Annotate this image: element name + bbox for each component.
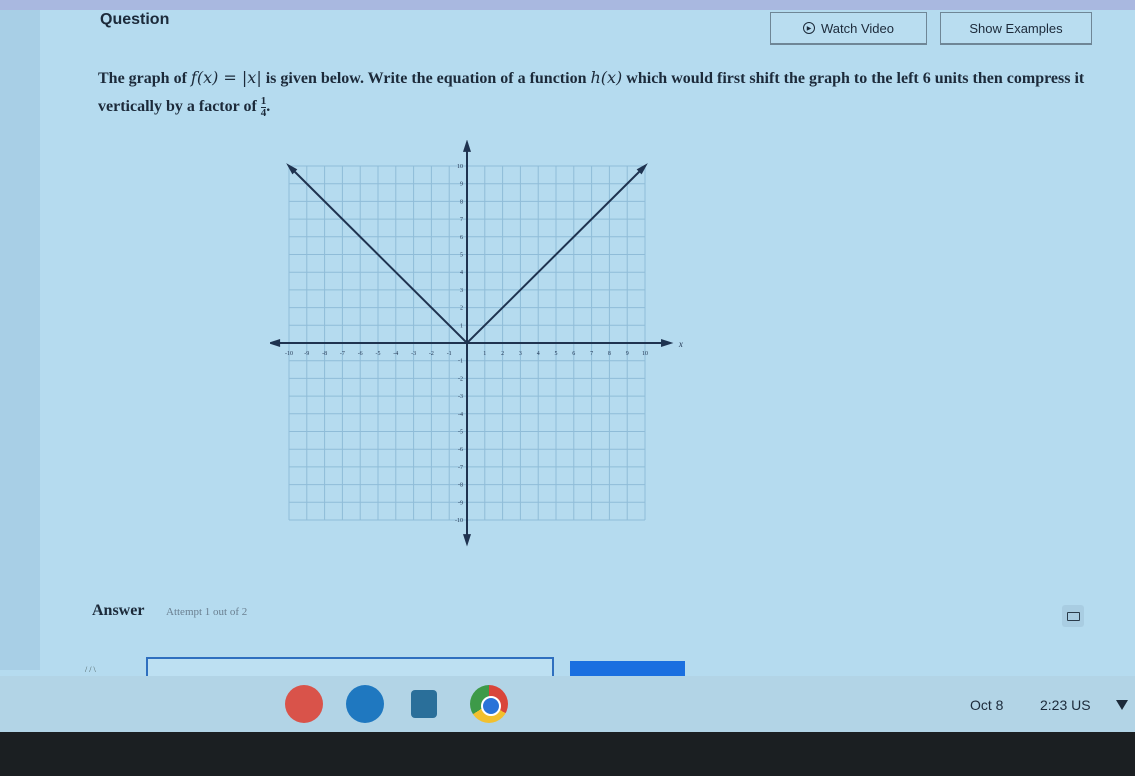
submit-button[interactable] bbox=[570, 661, 685, 677]
question-text: The graph of f(x) = |x| is given below. … bbox=[98, 64, 1098, 121]
y-tick-label: -9 bbox=[458, 500, 463, 506]
answer-label: Answer bbox=[92, 602, 145, 619]
y-tick-label: 2 bbox=[460, 306, 463, 312]
math-f: f(x) = |x| bbox=[190, 68, 262, 87]
x-axis-arrow bbox=[661, 339, 674, 347]
question-part: . bbox=[266, 98, 271, 115]
y-tick-label: 5 bbox=[460, 253, 463, 259]
browser-top-strip bbox=[0, 0, 1135, 10]
question-part: The graph of bbox=[98, 70, 191, 87]
left-sidebar bbox=[0, 10, 40, 670]
y-axis-arrow bbox=[463, 140, 471, 152]
x-tick-label: 6 bbox=[572, 351, 575, 357]
y-tick-label: 3 bbox=[460, 288, 463, 294]
x-tick-label: 1 bbox=[483, 351, 486, 357]
y-tick-label: -7 bbox=[458, 465, 463, 471]
screen-capture-app-icon[interactable] bbox=[346, 685, 384, 723]
clock: 2:23 bbox=[1040, 697, 1068, 713]
y-tick-label: 9 bbox=[460, 182, 463, 188]
y-tick-label: 7 bbox=[460, 217, 463, 223]
y-tick-label: -6 bbox=[458, 447, 463, 453]
files-app-icon[interactable] bbox=[411, 690, 437, 718]
x-axis-label: x bbox=[678, 339, 683, 349]
y-tick-label: 4 bbox=[460, 270, 463, 276]
wifi-icon[interactable] bbox=[1116, 700, 1128, 710]
x-tick-label: 2 bbox=[501, 351, 504, 357]
locale: US bbox=[1071, 697, 1091, 713]
y-tick-label: -10 bbox=[455, 518, 463, 524]
question-title: Question bbox=[100, 11, 170, 28]
x-tick-label: -2 bbox=[429, 351, 434, 357]
y-tick-label: 10 bbox=[457, 164, 463, 170]
x-tick-label: 9 bbox=[626, 351, 629, 357]
time[interactable]: 2:23 US bbox=[1040, 697, 1091, 713]
question-part: is given below. Write the equation of a … bbox=[261, 70, 591, 87]
y-tick-label: -2 bbox=[458, 376, 463, 382]
screen-bezel bbox=[0, 732, 1135, 776]
x-tick-label: 10 bbox=[642, 351, 648, 357]
watch-video-button[interactable]: ▶ Watch Video bbox=[770, 12, 927, 44]
y-tick-label: 8 bbox=[460, 199, 463, 205]
show-examples-label: Show Examples bbox=[969, 20, 1063, 36]
y-axis-arrow bbox=[463, 534, 471, 547]
y-tick-label: 1 bbox=[460, 323, 463, 329]
watch-video-label: Watch Video bbox=[821, 20, 894, 36]
keyboard-icon[interactable] bbox=[1062, 605, 1084, 627]
y-tick-label: -8 bbox=[458, 483, 463, 489]
photos-app-icon[interactable] bbox=[285, 685, 323, 723]
x-tick-label: -10 bbox=[285, 351, 293, 357]
x-tick-label: -7 bbox=[340, 351, 345, 357]
x-axis-arrow bbox=[270, 339, 281, 347]
chrome-icon[interactable] bbox=[470, 685, 508, 723]
attempt-counter: Attempt 1 out of 2 bbox=[166, 606, 248, 618]
x-tick-label: 3 bbox=[519, 351, 522, 357]
math-h: h(x) bbox=[590, 68, 623, 87]
x-tick-label: 5 bbox=[555, 351, 558, 357]
y-tick-label: -3 bbox=[458, 394, 463, 400]
x-tick-label: -5 bbox=[376, 351, 381, 357]
x-tick-label: -1 bbox=[447, 351, 452, 357]
coordinate-graph: xy-10-9-8-7-6-5-4-3-2-112345678910-10-9-… bbox=[270, 140, 683, 547]
x-tick-label: -8 bbox=[322, 351, 327, 357]
x-tick-label: -9 bbox=[304, 351, 309, 357]
y-tick-label: 6 bbox=[460, 235, 463, 241]
x-tick-label: -6 bbox=[358, 351, 363, 357]
x-tick-label: -4 bbox=[393, 351, 398, 357]
x-tick-label: -3 bbox=[411, 351, 416, 357]
y-tick-label: -5 bbox=[458, 430, 463, 436]
y-tick-label: -4 bbox=[458, 412, 463, 418]
format-marks: / / \ bbox=[85, 665, 96, 674]
taskbar bbox=[0, 676, 1135, 732]
y-tick-label: -1 bbox=[458, 359, 463, 365]
x-tick-label: 7 bbox=[590, 351, 593, 357]
date[interactable]: Oct 8 bbox=[970, 697, 1003, 713]
x-tick-label: 4 bbox=[537, 351, 540, 357]
play-icon: ▶ bbox=[803, 22, 815, 34]
show-examples-button[interactable]: Show Examples bbox=[940, 12, 1092, 44]
x-tick-label: 8 bbox=[608, 351, 611, 357]
